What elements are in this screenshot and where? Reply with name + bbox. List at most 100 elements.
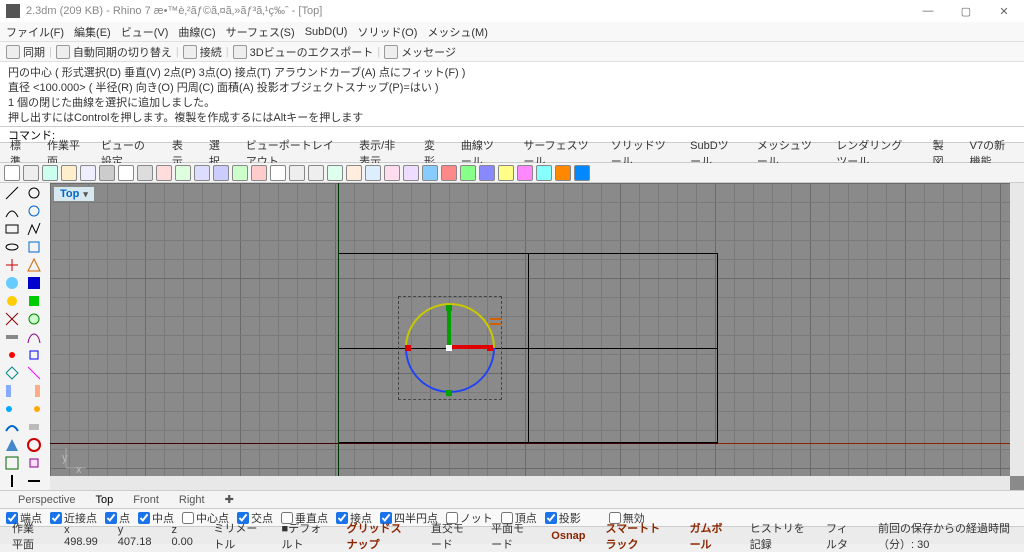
tool-icon[interactable] xyxy=(2,401,22,417)
std-tool-icon[interactable] xyxy=(460,165,476,181)
gumball-y-axis[interactable] xyxy=(447,310,451,350)
std-tool-icon[interactable] xyxy=(308,165,324,181)
gumball-y-arrow[interactable] xyxy=(446,305,452,311)
tool-icon[interactable] xyxy=(24,311,44,327)
std-tool-icon[interactable] xyxy=(289,165,305,181)
tool-icon[interactable] xyxy=(2,365,22,381)
add-view-tab[interactable]: ✚ xyxy=(215,493,244,506)
view-tab[interactable]: Right xyxy=(169,494,215,506)
tool-icon[interactable] xyxy=(2,293,22,309)
toolbar-autosync[interactable]: 自動同期の切り替え xyxy=(56,44,172,60)
status-mode[interactable]: 直交モード xyxy=(425,520,477,552)
status-mode[interactable]: 平面モード xyxy=(485,520,537,552)
std-tool-icon[interactable] xyxy=(365,165,381,181)
viewport-scrollbar-h[interactable] xyxy=(50,476,1010,490)
tool-icon[interactable] xyxy=(2,239,22,255)
gumball-x-arrow[interactable] xyxy=(487,345,493,351)
menu-item[interactable]: ソリッド(O) xyxy=(357,24,417,40)
status-mode[interactable]: グリッドスナップ xyxy=(341,520,417,552)
status-mode[interactable]: Osnap xyxy=(545,530,591,542)
std-tool-icon[interactable] xyxy=(479,165,495,181)
tool-icon[interactable] xyxy=(2,257,22,273)
std-tool-icon[interactable] xyxy=(61,165,77,181)
viewport-scrollbar-v[interactable] xyxy=(1010,183,1024,476)
menu-item[interactable]: 曲線(C) xyxy=(178,24,215,40)
viewport[interactable]: Top y x xyxy=(50,183,1024,490)
std-tool-icon[interactable] xyxy=(137,165,153,181)
status-mode[interactable]: ガムボール xyxy=(684,520,736,552)
toolbar-sync[interactable]: 同期 xyxy=(6,44,45,60)
gumball-x-neg[interactable] xyxy=(405,345,411,351)
std-tool-icon[interactable] xyxy=(536,165,552,181)
tool-icon[interactable] xyxy=(24,203,44,219)
std-tool-icon[interactable] xyxy=(441,165,457,181)
tool-icon[interactable] xyxy=(24,473,44,489)
tool-icon[interactable] xyxy=(2,221,22,237)
menu-item[interactable]: SubD(U) xyxy=(305,26,348,38)
tool-icon[interactable] xyxy=(2,329,22,345)
tool-icon[interactable] xyxy=(24,239,44,255)
toolbar-msg[interactable]: メッセージ xyxy=(384,44,456,60)
tool-icon[interactable] xyxy=(2,455,22,471)
std-tool-icon[interactable] xyxy=(517,165,533,181)
std-tool-icon[interactable] xyxy=(422,165,438,181)
std-tool-icon[interactable] xyxy=(498,165,514,181)
std-tool-icon[interactable] xyxy=(232,165,248,181)
status-units[interactable]: ミリメートル xyxy=(207,520,267,552)
menu-item[interactable]: 編集(E) xyxy=(74,24,111,40)
std-tool-icon[interactable] xyxy=(156,165,172,181)
std-tool-icon[interactable] xyxy=(213,165,229,181)
status-layer[interactable]: ■デフォルト xyxy=(276,520,333,552)
std-tool-icon[interactable] xyxy=(23,165,39,181)
tool-icon[interactable] xyxy=(24,275,44,291)
status-mode[interactable]: フィルタ xyxy=(820,520,864,552)
tool-icon[interactable] xyxy=(24,329,44,345)
std-tool-icon[interactable] xyxy=(574,165,590,181)
toolbar-export[interactable]: 3Dビューのエクスポート xyxy=(233,44,374,60)
gumball-y-neg[interactable] xyxy=(446,390,452,396)
viewport-label[interactable]: Top xyxy=(53,186,95,202)
std-tool-icon[interactable] xyxy=(80,165,96,181)
gumball-origin[interactable] xyxy=(446,345,452,351)
close-button[interactable]: ✕ xyxy=(990,5,1018,18)
std-tool-icon[interactable] xyxy=(346,165,362,181)
osnap-投影[interactable]: 投影 xyxy=(545,510,581,526)
status-mode[interactable]: ヒストリを記録 xyxy=(744,520,812,552)
std-tool-icon[interactable] xyxy=(194,165,210,181)
std-tool-icon[interactable] xyxy=(555,165,571,181)
view-tab[interactable]: Top xyxy=(85,494,123,506)
toolbar-link[interactable]: 接続 xyxy=(183,44,222,60)
std-tool-icon[interactable] xyxy=(175,165,191,181)
tool-icon[interactable] xyxy=(2,437,22,453)
gumball-x-axis[interactable] xyxy=(447,345,487,349)
tool-icon[interactable] xyxy=(2,473,22,489)
std-tool-icon[interactable] xyxy=(270,165,286,181)
view-tab[interactable]: Front xyxy=(123,494,169,506)
std-tool-icon[interactable] xyxy=(384,165,400,181)
tool-icon[interactable] xyxy=(24,257,44,273)
std-tool-icon[interactable] xyxy=(327,165,343,181)
tool-icon[interactable] xyxy=(24,347,44,363)
std-tool-icon[interactable] xyxy=(251,165,267,181)
menu-item[interactable]: メッシュ(M) xyxy=(427,24,488,40)
tool-icon[interactable] xyxy=(24,383,44,399)
tool-icon[interactable] xyxy=(24,401,44,417)
tool-icon[interactable] xyxy=(2,311,22,327)
view-tab[interactable]: Perspective xyxy=(8,494,85,506)
menu-item[interactable]: ビュー(V) xyxy=(121,24,169,40)
menu-item[interactable]: サーフェス(S) xyxy=(226,24,295,40)
tool-icon[interactable] xyxy=(24,365,44,381)
tool-icon[interactable] xyxy=(24,419,44,435)
tool-icon[interactable] xyxy=(2,203,22,219)
std-tool-icon[interactable] xyxy=(42,165,58,181)
minimize-button[interactable]: — xyxy=(914,5,942,18)
std-tool-icon[interactable] xyxy=(99,165,115,181)
tool-icon[interactable] xyxy=(2,275,22,291)
status-mode[interactable]: スマートトラック xyxy=(600,520,676,552)
std-tool-icon[interactable] xyxy=(403,165,419,181)
tool-icon[interactable] xyxy=(2,185,22,201)
std-tool-icon[interactable] xyxy=(4,165,20,181)
std-tool-icon[interactable] xyxy=(118,165,134,181)
tool-icon[interactable] xyxy=(2,419,22,435)
menu-item[interactable]: ファイル(F) xyxy=(6,24,64,40)
